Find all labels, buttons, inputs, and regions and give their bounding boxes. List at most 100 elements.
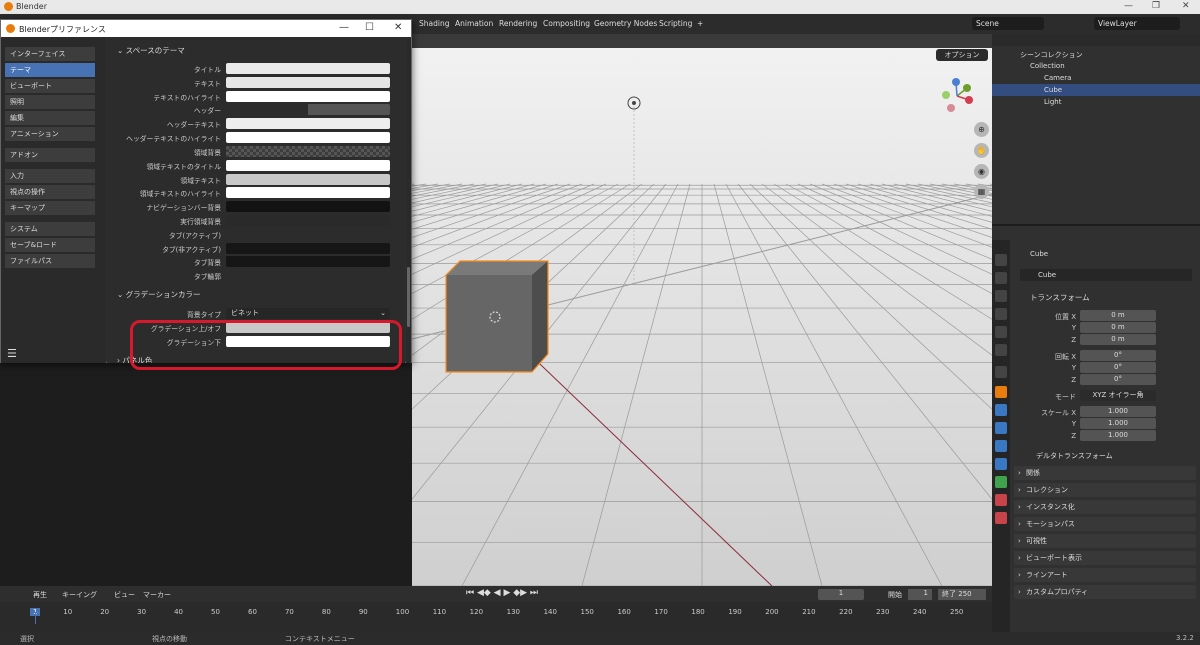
theme-color-text[interactable] [226, 77, 390, 88]
rotation-y-field[interactable]: 0° [1080, 362, 1156, 373]
theme-color-region-text-highlight[interactable] [226, 187, 390, 198]
rotation-z-field[interactable]: 0° [1080, 374, 1156, 385]
scale-z-field[interactable]: 1.000 [1080, 430, 1156, 441]
theme-color-header-text-highlight[interactable] [226, 132, 390, 143]
collection-tab-icon[interactable] [995, 366, 1007, 378]
theme-color-region-background[interactable] [226, 146, 390, 157]
theme-color-header-text[interactable] [226, 118, 390, 129]
theme-color-navbar-background[interactable] [226, 201, 390, 212]
camera-view-icon[interactable]: ◉ [974, 164, 989, 179]
outliner-row[interactable]: Collection [992, 60, 1200, 72]
object-tab-icon[interactable] [995, 386, 1007, 398]
section-motion-paths[interactable]: モーションパス [1014, 517, 1196, 531]
close-button[interactable]: ✕ [1182, 1, 1190, 11]
playback-controls[interactable]: ⏮ ◀◆ ◀ ▶ ◆▶ ⏭ [466, 588, 538, 598]
minimize-button[interactable]: — [1124, 1, 1133, 11]
object-name-field[interactable]: Cube [1020, 269, 1192, 281]
start-frame-field[interactable]: 1 [908, 589, 932, 600]
rotation-x-field[interactable]: 0° [1080, 350, 1156, 361]
tab-rendering[interactable]: Rendering [499, 19, 537, 28]
pref-tab-input[interactable]: 入力 [5, 169, 95, 183]
world-tab-icon[interactable] [995, 344, 1007, 356]
theme-color-tab-outline[interactable] [226, 270, 390, 281]
transform-header[interactable]: トランスフォーム [1030, 292, 1090, 303]
theme-color-text-highlight[interactable] [226, 91, 390, 102]
pref-tab-addons[interactable]: アドオン [5, 148, 95, 162]
pref-tab-lights[interactable]: 照明 [5, 95, 95, 109]
tab-geometry-nodes[interactable]: Geometry Nodes [594, 19, 657, 28]
theme-color-header[interactable] [226, 104, 390, 115]
tab-compositing[interactable]: Compositing [543, 19, 590, 28]
theme-color-region-text[interactable] [226, 174, 390, 185]
location-z-field[interactable]: 0 m [1080, 334, 1156, 345]
scale-x-field[interactable]: 1.000 [1080, 406, 1156, 417]
section-visibility[interactable]: 可視性 [1014, 534, 1196, 548]
pref-tab-navigation[interactable]: 視点の操作 [5, 185, 95, 199]
physics-tab-icon[interactable] [995, 440, 1007, 452]
add-workspace-button[interactable]: + [697, 19, 703, 28]
pref-tab-interface[interactable]: インターフェイス [5, 47, 95, 61]
playhead[interactable] [35, 612, 36, 624]
scale-y-field[interactable]: 1.000 [1080, 418, 1156, 429]
view-layer-tab-icon[interactable] [995, 308, 1007, 320]
3d-viewport[interactable]: ⊕ ✋ ◉ ▦ [412, 34, 992, 586]
pref-tab-animation[interactable]: アニメーション [5, 127, 95, 141]
modifier-tab-icon[interactable] [995, 404, 1007, 416]
current-frame-field[interactable]: 1 [818, 589, 864, 600]
outliner-row[interactable]: Light [992, 96, 1200, 108]
prefs-minimize-button[interactable]: — [339, 22, 349, 33]
theme-color-execute-region[interactable] [226, 215, 390, 226]
section-line-art[interactable]: ラインアート [1014, 568, 1196, 582]
constraints-tab-icon[interactable] [995, 458, 1007, 470]
marker-menu[interactable]: マーカー [143, 590, 171, 600]
delta-transform-section[interactable]: デルタトランスフォーム [1036, 451, 1113, 461]
pref-tab-system[interactable]: システム [5, 222, 95, 236]
scene-selector[interactable]: Scene [972, 17, 1044, 30]
section-custom-properties[interactable]: カスタムプロパティ [1014, 585, 1196, 599]
material-tab-icon[interactable] [995, 494, 1007, 506]
render-tab-icon[interactable] [995, 272, 1007, 284]
scrollbar-thumb[interactable] [407, 267, 410, 327]
pref-tab-save-load[interactable]: セーブ&ロード [5, 238, 95, 252]
view-menu[interactable]: ビュー [114, 590, 135, 600]
tab-shading[interactable]: Shading [419, 19, 449, 28]
background-type-dropdown[interactable]: ビネット ⌄ [226, 308, 390, 319]
location-x-field[interactable]: 0 m [1080, 310, 1156, 321]
pref-tab-file-paths[interactable]: ファイルパス [5, 254, 95, 268]
outliner-row[interactable]: Camera [992, 72, 1200, 84]
prefs-close-button[interactable]: ✕ [394, 22, 402, 33]
pan-hand-icon[interactable]: ✋ [974, 143, 989, 158]
data-tab-icon[interactable] [995, 476, 1007, 488]
theme-color-tab-background[interactable] [226, 256, 390, 267]
gradient-colors-header[interactable]: ⌄ グラデーションカラー [117, 289, 201, 300]
view-layer-selector[interactable]: ViewLayer [1094, 17, 1180, 30]
playback-menu[interactable]: 再生 [33, 590, 47, 600]
end-frame-field[interactable]: 終了 250 [938, 589, 986, 600]
scene-tab-icon[interactable] [995, 326, 1007, 338]
options-dropdown[interactable]: オプション [936, 49, 988, 61]
location-y-field[interactable]: 0 m [1080, 322, 1156, 333]
section-relations[interactable]: 関係 [1014, 466, 1196, 480]
prefs-maximize-button[interactable]: ☐ [365, 22, 374, 33]
grid-icon[interactable]: ▦ [974, 184, 989, 199]
outliner-row[interactable]: シーンコレクション [992, 48, 1200, 60]
particles-tab-icon[interactable] [995, 422, 1007, 434]
theme-color-title[interactable] [226, 63, 390, 74]
hamburger-menu-icon[interactable]: ☰ [7, 347, 17, 360]
zoom-icon[interactable]: ⊕ [974, 122, 989, 137]
keying-menu[interactable]: キーイング [62, 590, 97, 600]
section-collections[interactable]: コレクション [1014, 483, 1196, 497]
pref-tab-keymap[interactable]: キーマップ [5, 201, 95, 215]
section-viewport-display[interactable]: ビューポート表示 [1014, 551, 1196, 565]
theme-color-region-title[interactable] [226, 160, 390, 171]
pref-tab-themes[interactable]: テーマ [5, 63, 95, 77]
tab-scripting[interactable]: Scripting [659, 19, 692, 28]
tab-animation[interactable]: Animation [455, 19, 493, 28]
pref-tab-editing[interactable]: 編集 [5, 111, 95, 125]
space-theme-header[interactable]: ⌄ スペースのテーマ [117, 45, 185, 56]
maximize-button[interactable]: ❐ [1152, 1, 1160, 11]
preferences-scrollbar[interactable] [406, 37, 411, 363]
outliner-row-selected[interactable]: Cube [992, 84, 1200, 96]
section-instancing[interactable]: インスタンス化 [1014, 500, 1196, 514]
rotation-mode-dropdown[interactable]: XYZ オイラー角 [1080, 390, 1156, 401]
